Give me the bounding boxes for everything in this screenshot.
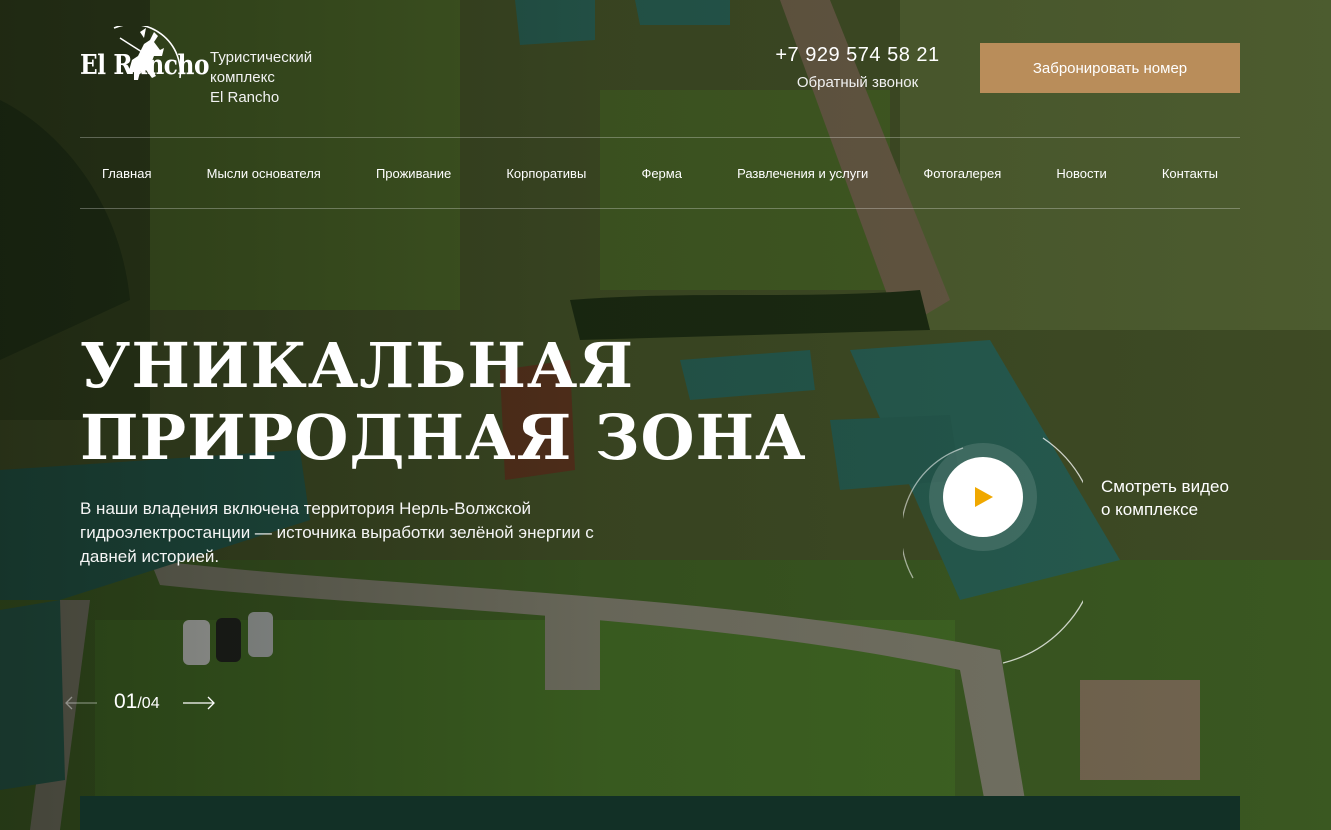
hero-title: УНИКАЛЬНАЯ ПРИРОДНАЯ ЗОНА [80,329,807,474]
slide-current: 01 [114,690,138,713]
play-icon [975,487,993,507]
play-video-button[interactable] [943,457,1023,537]
contact-block: +7 929 574 58 21 Обратный звонок [770,44,945,91]
nav-item-entertainment[interactable]: Развлечения и услуги [737,166,868,181]
logo-wordmark[interactable]: El Rancho [80,50,209,82]
callback-link[interactable]: Обратный звонок [770,74,945,91]
video-progress-ring [903,437,1083,664]
nav-item-home[interactable]: Главная [102,166,151,181]
book-room-button[interactable]: Забронировать номер [980,43,1240,93]
nav-item-founder-thoughts[interactable]: Мысли основателя [207,166,321,181]
nav-item-gallery[interactable]: Фотогалерея [923,166,1001,181]
tagline-line: комплекс [210,69,275,86]
brand-tagline: Туристический комплекс El Rancho [210,48,370,108]
phone-link[interactable]: +7 929 574 58 21 [770,44,945,67]
nav-item-contacts[interactable]: Контакты [1162,166,1218,181]
tagline-line: Туристический [210,49,313,66]
hero-description: В наши владения включена территория Нерл… [80,499,594,566]
site-header: El Rancho Туристический комплекс El Ranc… [80,0,1240,137]
tagline-line: El Rancho [210,89,280,106]
slide-counter: 01/04 [114,690,160,714]
main-navigation: Главная Мысли основателя Проживание Корп… [80,137,1240,209]
video-label-line: Смотреть видео [1101,477,1229,496]
arrow-left-icon[interactable] [64,695,98,711]
nav-item-news[interactable]: Новости [1056,166,1106,181]
watch-video-link[interactable]: Смотреть видео о комплексе [1101,475,1261,521]
nav-item-corporate[interactable]: Корпоративы [506,166,586,181]
booking-panel [80,796,1240,830]
video-label-line: о комплексе [1101,500,1199,519]
nav-item-farm[interactable]: Ферма [641,166,682,181]
hero-title-line: УНИКАЛЬНАЯ [80,329,635,402]
arrow-right-icon[interactable] [182,695,216,711]
slider-controls: 01/04 [64,690,224,716]
nav-item-accommodation[interactable]: Проживание [376,166,451,181]
slide-total: /04 [137,695,160,712]
nav-list: Главная Мысли основателя Проживание Корп… [80,138,1240,208]
hero-title-line: ПРИРОДНАЯ ЗОНА [80,401,807,474]
